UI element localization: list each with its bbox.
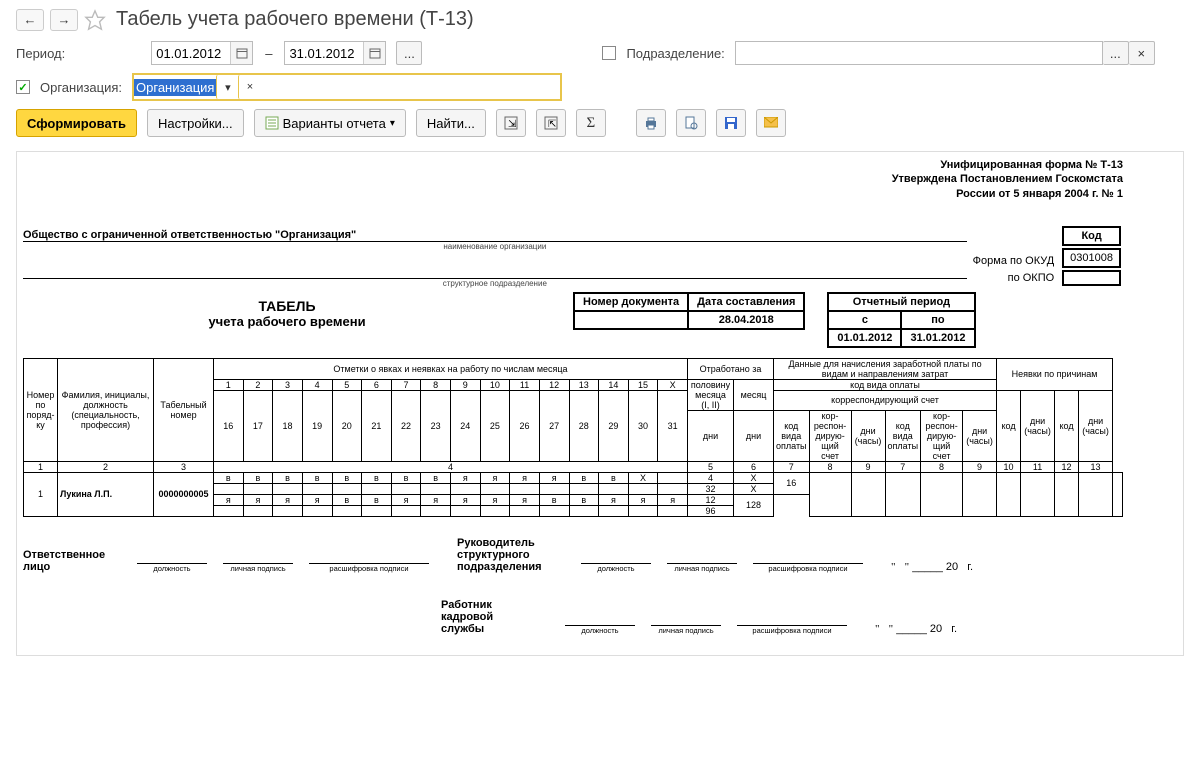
collapse-icon-button[interactable]: ⇱ [536,109,566,137]
subdiv-caption: структурное подразделение [23,279,967,288]
generate-button[interactable]: Сформировать [16,109,137,137]
signature-row-1: Ответственное лицо должность личная подп… [23,537,1123,573]
code-box: Код 0301008 [1060,224,1123,288]
main-table: Номер по поряд-ку Фамилия, инициалы, дол… [23,358,1123,517]
signature-row-2: Работник кадровой службы должность лична… [23,599,1123,635]
expand-icon-button[interactable]: ⇲ [496,109,526,137]
doc-info: Номер документаДата составления 28.04.20… [573,292,805,330]
period-info: Отчетный период спо 01.01.201231.01.2012 [827,292,975,348]
report-area: Унифицированная форма № Т-13 Утверждена … [16,151,1184,656]
subdivision-clear-button[interactable]: × [1129,41,1155,65]
period-label: Период: [16,46,65,61]
form-note-line: России от 5 января 2004 г. № 1 [892,187,1123,201]
calendar-icon[interactable] [363,42,385,64]
organization-dropdown-button[interactable]: ▾ [216,75,238,99]
form-note-line: Унифицированная форма № Т-13 [892,158,1123,172]
report-subtitle: учета рабочего времени [23,314,551,329]
subdivision-label: Подразделение: [626,46,724,61]
toolbar: Сформировать Настройки... Варианты отчет… [16,109,1184,137]
magnifier-doc-icon [684,116,698,130]
org-caption: наименование организации [23,242,967,251]
date-from-field [151,41,253,65]
email-icon-button[interactable] [756,109,786,137]
head-label: Руководитель структурного подразделения [457,537,553,573]
date-to-input[interactable] [285,46,363,61]
organization-checkbox[interactable]: ✓ [16,80,30,94]
title-bar: ← → Табель учета рабочего времени (Т-13) [16,8,1184,31]
date-to-field [284,41,386,65]
printer-icon [644,116,658,130]
diskette-icon [724,116,738,130]
find-button[interactable]: Найти... [416,109,486,137]
subdivision-input[interactable] [735,41,1103,65]
subdivision-checkbox[interactable] [602,46,616,60]
print-icon-button[interactable] [636,109,666,137]
hr-label: Работник кадровой службы [441,599,537,635]
page-title: Табель учета рабочего времени (Т-13) [116,8,474,31]
period-more-button[interactable]: ... [396,41,422,65]
list-icon [265,116,279,130]
okud-label: Форма по ОКУД [973,253,1055,271]
favorite-star-icon[interactable] [84,9,106,31]
date-from-input[interactable] [152,46,230,61]
subdivision-more-button[interactable]: ... [1103,41,1129,65]
report-title: ТАБЕЛЬ [23,298,551,314]
org-name: Общество с ограниченной ответственностью… [23,229,967,242]
svg-text:⇲: ⇲ [508,119,516,130]
envelope-icon [764,117,778,129]
sum-icon-button[interactable]: Σ [576,109,606,137]
organization-clear-button[interactable]: × [238,75,260,99]
forward-button[interactable]: → [50,9,78,31]
save-icon-button[interactable] [716,109,746,137]
calendar-icon[interactable] [230,42,252,64]
responsible-label: Ответственное лицо [23,549,109,573]
form-note-line: Утверждена Постановлением Госкомстата [892,172,1123,186]
back-button[interactable]: ← [16,9,44,31]
organization-label: Организация: [40,80,122,95]
okpo-label: по ОКПО [973,270,1055,288]
svg-text:⇱: ⇱ [548,119,556,130]
report-variants-button[interactable]: Варианты отчета ▾ [254,109,406,137]
dash: – [263,46,274,61]
settings-button[interactable]: Настройки... [147,109,244,137]
filter-row-1: Период: – ... Подразделение: ... × [16,41,1184,65]
preview-icon-button[interactable] [676,109,706,137]
filter-row-2: ✓ Организация: Организация ▾ × [16,73,1184,101]
